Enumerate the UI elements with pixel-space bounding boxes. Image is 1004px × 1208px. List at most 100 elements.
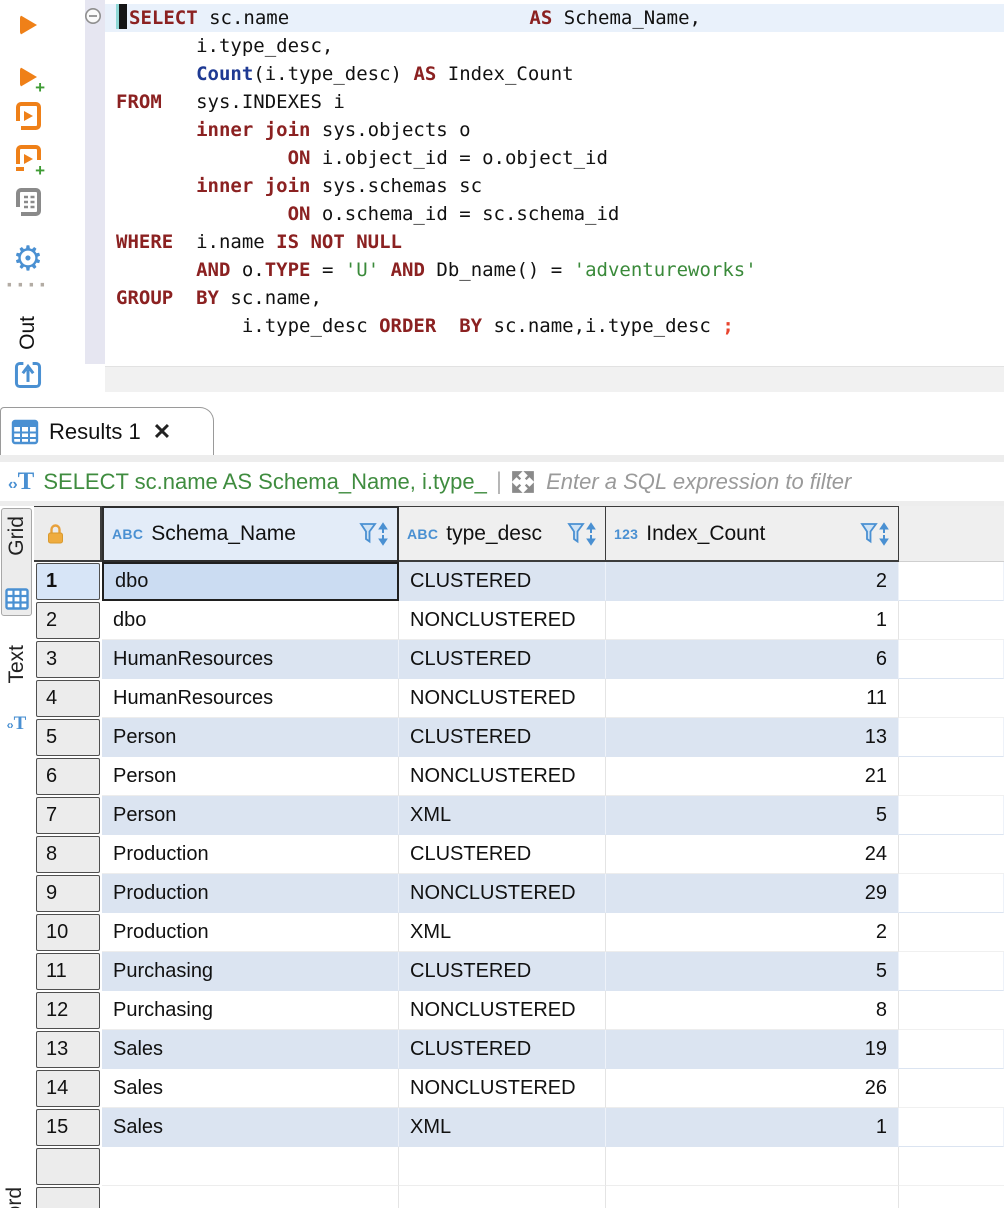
cell-type-desc[interactable]: CLUSTERED (399, 835, 606, 874)
tab-text-view[interactable]: Text ‹› T (1, 638, 32, 740)
cell-type-desc[interactable]: NONCLUSTERED (399, 991, 606, 1030)
cell-index-count[interactable]: 21 (606, 757, 899, 796)
funnel-icon[interactable] (567, 521, 597, 547)
toolbar-overflow-button[interactable]: ···· (10, 278, 46, 294)
column-header-Index_Count[interactable]: 123Index_Count (606, 506, 899, 562)
row-number[interactable]: 6 (36, 758, 100, 795)
cell-schema-name[interactable]: Sales (102, 1030, 399, 1069)
code-line[interactable]: GROUP BY sc.name, (105, 284, 1004, 312)
row-number[interactable]: 11 (36, 953, 100, 990)
cell-index-count[interactable]: 26 (606, 1069, 899, 1108)
code-line[interactable]: i.type_desc ORDER BY sc.name,i.type_desc… (105, 312, 1004, 340)
cell-schema-name[interactable]: HumanResources (102, 640, 399, 679)
cell-type-desc[interactable]: NONCLUSTERED (399, 679, 606, 718)
row-number[interactable]: 13 (36, 1031, 100, 1068)
row-number[interactable]: 15 (36, 1109, 100, 1146)
row-number[interactable] (36, 1148, 100, 1185)
cell-index-count[interactable]: 29 (606, 874, 899, 913)
filter-sort-icon[interactable] (860, 521, 890, 547)
editor-horizontal-scrollbar[interactable] (105, 366, 1004, 392)
code-line[interactable]: ON o.schema_id = sc.schema_id (105, 200, 1004, 228)
fold-collapse-icon[interactable] (84, 7, 102, 25)
row-header-corner[interactable] (34, 506, 102, 562)
cell-schema-name[interactable]: Person (102, 757, 399, 796)
settings-gear-button[interactable]: ⚙ (10, 242, 46, 276)
cell-index-count[interactable]: 11 (606, 679, 899, 718)
execute-statement-button[interactable] (10, 8, 46, 42)
cell-schema-name[interactable]: Person (102, 796, 399, 835)
cell-schema-name[interactable]: Sales (102, 1108, 399, 1147)
row-number[interactable]: 12 (36, 992, 100, 1029)
cell-type-desc[interactable]: XML (399, 913, 606, 952)
column-header-Schema_Name[interactable]: ABCSchema_Name (102, 506, 399, 562)
cell-type-desc[interactable]: NONCLUSTERED (399, 874, 606, 913)
cell-index-count[interactable]: 19 (606, 1030, 899, 1069)
funnel-icon[interactable] (860, 521, 890, 547)
code-line[interactable]: inner join sys.objects o (105, 116, 1004, 144)
result-filter-input[interactable]: ‹› T SELECT sc.name AS Schema_Name, i.ty… (0, 455, 1004, 506)
cell-schema-name[interactable]: Production (102, 874, 399, 913)
execute-script-new-tab-button[interactable]: + (10, 143, 46, 177)
cell-type-desc[interactable]: NONCLUSTERED (399, 757, 606, 796)
code-line[interactable]: SELECT sc.name AS Schema_Name, (105, 4, 1004, 32)
cell-index-count[interactable]: 24 (606, 835, 899, 874)
execute-script-button[interactable] (10, 100, 46, 134)
cell-type-desc[interactable]: XML (399, 796, 606, 835)
cell-schema-name[interactable]: HumanResources (102, 679, 399, 718)
cell-schema-name[interactable]: Purchasing (102, 991, 399, 1030)
cell-index-count[interactable]: 8 (606, 991, 899, 1030)
cell-type-desc[interactable]: CLUSTERED (399, 952, 606, 991)
export-button[interactable] (10, 358, 46, 392)
row-number[interactable] (36, 1187, 100, 1208)
row-number[interactable]: 14 (36, 1070, 100, 1107)
row-number[interactable]: 5 (36, 719, 100, 756)
filter-sort-icon[interactable] (359, 521, 389, 547)
cell-index-count[interactable]: 1 (606, 1108, 899, 1147)
code-area[interactable]: SELECT sc.name AS Schema_Name, i.type_de… (105, 4, 1004, 340)
code-line[interactable]: WHERE i.name IS NOT NULL (105, 228, 1004, 256)
tab-results-1[interactable]: Results 1 ✕ (0, 407, 214, 455)
row-number[interactable]: 3 (36, 641, 100, 678)
cell-schema-name[interactable]: Sales (102, 1069, 399, 1108)
cell-schema-name[interactable]: Production (102, 913, 399, 952)
row-number[interactable]: 9 (36, 875, 100, 912)
code-line[interactable]: inner join sys.schemas sc (105, 172, 1004, 200)
sql-editor[interactable]: SELECT sc.name AS Schema_Name, i.type_de… (56, 0, 1004, 392)
funnel-icon[interactable] (359, 521, 389, 547)
code-line[interactable]: AND o.TYPE = 'U' AND Db_name() = 'advent… (105, 256, 1004, 284)
cell-type-desc[interactable]: NONCLUSTERED (399, 601, 606, 640)
explain-plan-button[interactable] (10, 186, 46, 220)
cell-type-desc[interactable]: XML (399, 1108, 606, 1147)
tab-grid-view[interactable]: Grid (1, 508, 32, 616)
execute-statement-new-tab-button[interactable]: + (10, 60, 46, 94)
filter-sort-icon[interactable] (567, 521, 597, 547)
cell-index-count[interactable]: 5 (606, 796, 899, 835)
cell-schema-name[interactable]: Purchasing (102, 952, 399, 991)
cell-type-desc[interactable]: CLUSTERED (399, 562, 606, 601)
code-line[interactable]: FROM sys.INDEXES i (105, 88, 1004, 116)
cell-index-count[interactable]: 2 (606, 562, 899, 601)
cell-index-count[interactable]: 13 (606, 718, 899, 757)
cell-index-count[interactable]: 5 (606, 952, 899, 991)
cell-type-desc[interactable]: CLUSTERED (399, 718, 606, 757)
row-number[interactable]: 10 (36, 914, 100, 951)
cell-type-desc[interactable]: CLUSTERED (399, 640, 606, 679)
row-number[interactable]: 4 (36, 680, 100, 717)
code-line[interactable]: i.type_desc, (105, 32, 1004, 60)
row-number[interactable]: 1 (36, 563, 100, 600)
row-number[interactable]: 2 (36, 602, 100, 639)
cell-schema-name[interactable]: dbo (102, 562, 399, 601)
cell-type-desc[interactable]: NONCLUSTERED (399, 1069, 606, 1108)
code-line[interactable]: ON i.object_id = o.object_id (105, 144, 1004, 172)
close-icon[interactable]: ✕ (153, 419, 171, 445)
cell-schema-name[interactable]: Person (102, 718, 399, 757)
cell-index-count[interactable]: 2 (606, 913, 899, 952)
output-panel-label[interactable]: Out (16, 316, 40, 350)
tab-record-view[interactable]: ord (3, 1187, 27, 1208)
expand-filter-icon[interactable] (509, 468, 537, 496)
cell-schema-name[interactable]: dbo (102, 601, 399, 640)
cell-index-count[interactable]: 6 (606, 640, 899, 679)
cell-schema-name[interactable]: Production (102, 835, 399, 874)
row-number[interactable]: 7 (36, 797, 100, 834)
code-line[interactable]: Count(i.type_desc) AS Index_Count (105, 60, 1004, 88)
